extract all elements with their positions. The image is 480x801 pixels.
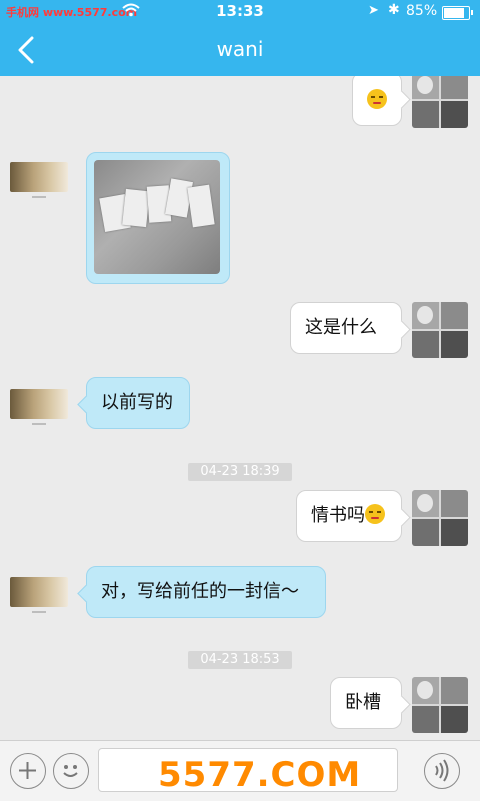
- avatar-me[interactable]: [412, 76, 468, 128]
- message-text: 情书吗: [311, 505, 365, 526]
- message-bubble-sent[interactable]: 卧槽: [330, 677, 402, 729]
- avatar-me[interactable]: [412, 677, 468, 733]
- message-bubble-sent[interactable]: 情书吗: [296, 490, 402, 542]
- watermark: 5577.COM: [158, 755, 362, 795]
- avatar-me[interactable]: [412, 490, 468, 546]
- message-bubble-received[interactable]: 以前写的: [86, 377, 190, 429]
- plus-icon[interactable]: [10, 753, 46, 789]
- avatar-other[interactable]: [10, 577, 68, 613]
- nav-bar: wani: [0, 24, 480, 76]
- timestamp: 04-23 18:53: [188, 651, 292, 669]
- message-text: 卧槽: [345, 692, 381, 713]
- message-bubble-sent[interactable]: [352, 76, 402, 126]
- photo-image[interactable]: [94, 160, 220, 274]
- battery-icon: [442, 6, 473, 20]
- message-text: 对，写给前任的一封信～: [101, 581, 299, 602]
- voice-icon[interactable]: [424, 753, 460, 789]
- emoji-icon: [367, 89, 387, 109]
- smiley-icon[interactable]: [53, 753, 89, 789]
- chat-title: wani: [216, 37, 264, 61]
- timestamp: 04-23 18:39: [188, 463, 292, 481]
- avatar-other[interactable]: [10, 162, 68, 198]
- message-text: 以前写的: [101, 392, 173, 413]
- photo-message[interactable]: [86, 152, 230, 284]
- message-text: 这是什么: [305, 317, 377, 338]
- message-bubble-sent[interactable]: 这是什么: [290, 302, 402, 354]
- avatar-other[interactable]: [10, 389, 68, 425]
- battery-percent: 85%: [406, 3, 438, 19]
- status-bar: 手机网 www.5577.com 13:33 ➤ ✱ 85%: [0, 0, 480, 24]
- bluetooth-icon: ✱: [388, 2, 400, 18]
- emoji-icon: [365, 504, 385, 524]
- location-arrow-icon: ➤: [368, 3, 379, 18]
- chat-area[interactable]: 这是什么 以前写的 04-23 18:39 情书吗 对，写给前任的一封信～ 04…: [0, 76, 480, 740]
- avatar-me[interactable]: [412, 302, 468, 358]
- message-bubble-received[interactable]: 对，写给前任的一封信～: [86, 566, 326, 618]
